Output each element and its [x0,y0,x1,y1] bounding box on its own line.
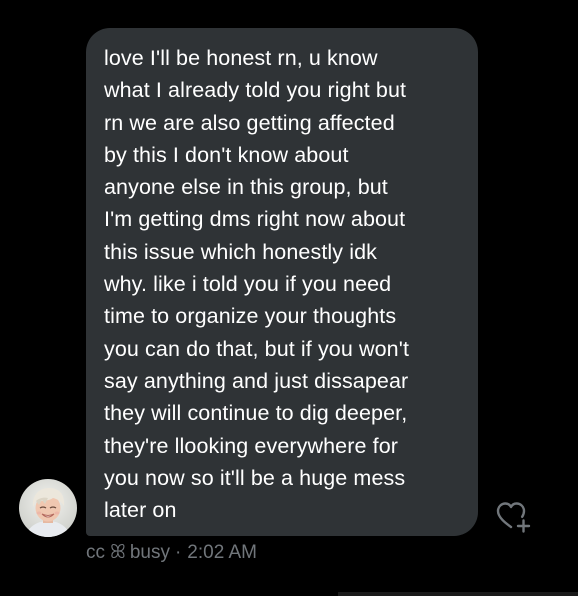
message-line: rn we are also getting affected [104,110,395,135]
message-line: why. like i told you if you need [104,272,392,297]
add-reaction-button[interactable] [494,500,534,534]
message-line: anyone else in this group, but [104,175,388,200]
message-timestamp: 2:02 AM [187,542,257,563]
sender-name-status: busy [129,542,170,563]
sender-avatar[interactable] [19,479,77,537]
message-line: this issue which honestly idk [104,239,377,264]
received-message-bubble[interactable]: love I'll be honest rn, u know what I al… [86,28,478,536]
message-line: by this I don't know about [104,142,349,167]
sender-name: cc [86,542,105,563]
message-line: love I'll be honest rn, u know [104,46,378,70]
message-line: they will continue to dig deeper, [104,401,408,426]
heart-plus-icon [496,502,531,533]
message-line: I'm getting dms right now about [104,207,406,232]
avatar-photo [19,479,77,537]
message-line: they're llooking everywhere for [104,433,399,458]
bottom-divider [338,592,578,596]
message-line: later on [104,498,177,523]
message-line: what I already told you right but [104,78,407,103]
message-line: you can do that, but if you won't [104,336,410,361]
sender-name-symbol: ꕤ [110,542,126,563]
message-line: you now so it'll be a huge mess [104,465,406,490]
dm-conversation: love I'll be honest rn, u know what I al… [0,0,578,596]
message-meta: cc ꕤ busy · 2:02 AM [86,540,257,566]
message-line: time to organize your thoughts [104,304,397,329]
meta-separator: · [174,542,182,563]
message-line: say anything and just dissapear [104,368,409,393]
